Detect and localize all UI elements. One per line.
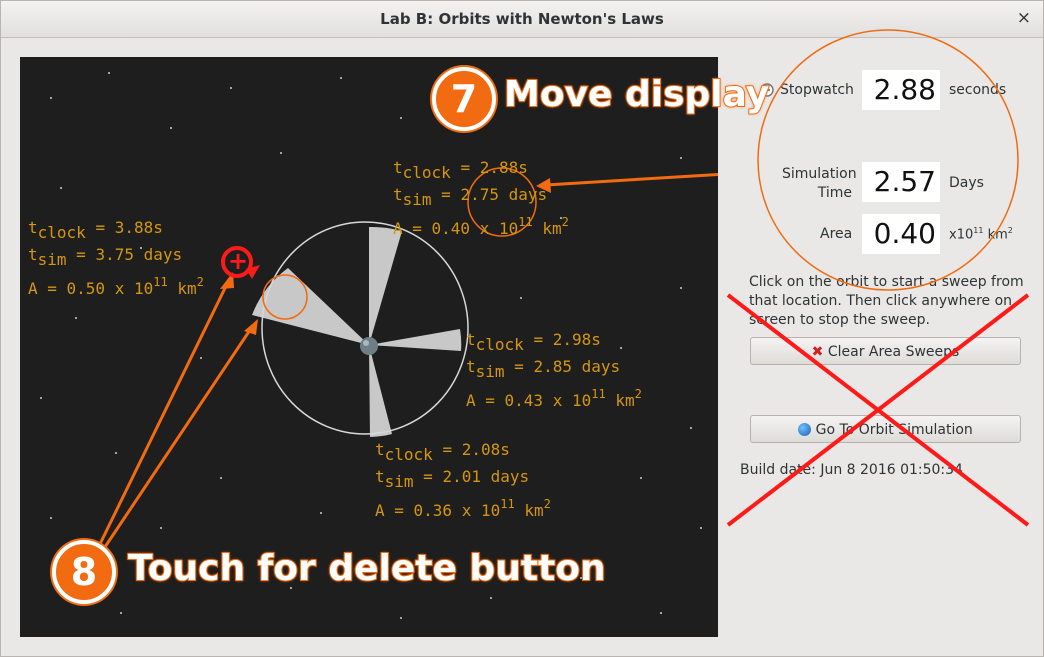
stopwatch-unit: seconds bbox=[949, 82, 1007, 98]
sweep-wedge bbox=[369, 226, 402, 345]
step-badge-7: 7 bbox=[432, 67, 496, 131]
orbit-path bbox=[261, 221, 469, 435]
area-unit: x1011 km2 bbox=[949, 226, 1013, 243]
sweep-wedge bbox=[369, 329, 462, 351]
simtime-value: 2.57 bbox=[862, 162, 940, 202]
sweep-label: tclock = 2.98s tsim = 2.85 days A = 0.43… bbox=[466, 330, 642, 410]
sweep-label: tclock = 2.88s tsim = 2.75 days A = 0.40… bbox=[393, 158, 569, 238]
step-badge-8: 8 bbox=[52, 540, 116, 604]
clear-x-icon: ✖ bbox=[811, 344, 824, 360]
window-title: Lab B: Orbits with Newton's Laws bbox=[380, 10, 664, 28]
go-to-orbit-simulation-button[interactable]: Go To Orbit Simulation bbox=[750, 415, 1021, 443]
sweep-wedge bbox=[369, 345, 392, 437]
stopwatch-value: 2.88 bbox=[862, 70, 940, 110]
simtime-label: Simulation Time bbox=[782, 166, 857, 201]
callout-move-display: Move display bbox=[503, 73, 770, 116]
clear-area-sweeps-button[interactable]: ✖ Clear Area Sweeps bbox=[750, 337, 1021, 365]
stopwatch-label: Stopwatch bbox=[780, 82, 854, 98]
area-label: Area bbox=[820, 226, 853, 242]
title-bar: Lab B: Orbits with Newton's Laws × bbox=[1, 1, 1043, 38]
callout-touch-delete: Touch for delete button bbox=[127, 547, 607, 590]
instructions: Click on the orbit to start a sweep from… bbox=[749, 274, 1024, 328]
area-value: 0.40 bbox=[862, 214, 940, 254]
sweep-label: tclock = 3.88s tsim = 3.75 days A = 0.50… bbox=[28, 218, 204, 298]
globe-icon bbox=[798, 423, 812, 436]
delete-plus[interactable]: + bbox=[228, 247, 248, 275]
build-date: Build date: Jun 8 2016 01:50:34 bbox=[740, 462, 963, 478]
sweep-wedge bbox=[252, 268, 369, 345]
close-icon[interactable]: × bbox=[1017, 8, 1031, 28]
simtime-unit: Days bbox=[949, 175, 984, 191]
planet-icon bbox=[360, 337, 378, 355]
sweep-label: tclock = 2.08s tsim = 2.01 days A = 0.36… bbox=[375, 440, 551, 520]
